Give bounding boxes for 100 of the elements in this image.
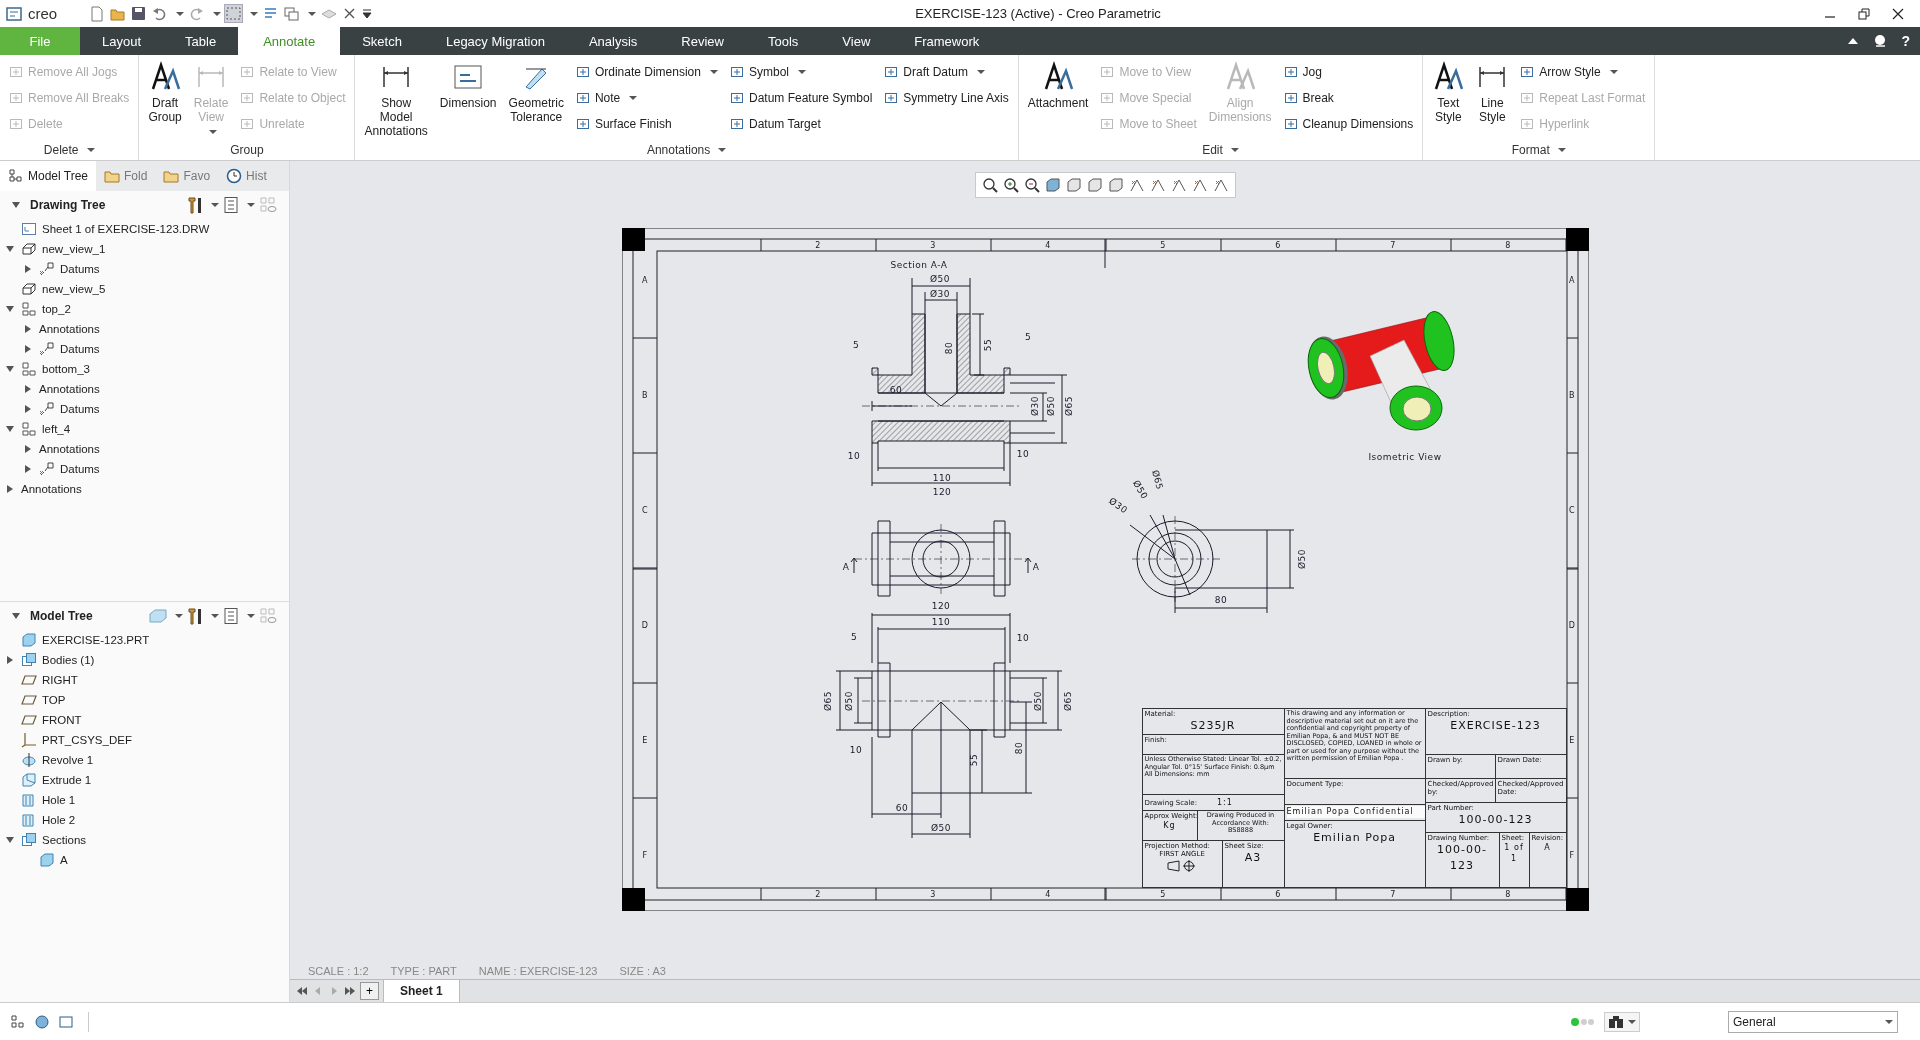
zoom-in-icon[interactable] xyxy=(1002,177,1019,193)
zoom-out-icon[interactable] xyxy=(1023,177,1040,193)
find-button[interactable] xyxy=(1604,1011,1640,1032)
undo-icon[interactable] xyxy=(151,5,168,22)
ribbon-button[interactable]: Line Style xyxy=(1473,59,1512,126)
tree-item[interactable]: left_4 xyxy=(0,419,289,439)
tree-item[interactable]: Annotations xyxy=(0,479,289,499)
caret-icon[interactable] xyxy=(247,202,255,208)
tree-item[interactable]: FRONT xyxy=(0,710,289,730)
view-tool-icon[interactable] xyxy=(1128,177,1145,193)
customize-menu-icon[interactable] xyxy=(362,8,372,19)
ribbon-tab[interactable]: Table xyxy=(163,27,239,55)
tree-item[interactable]: Annotations xyxy=(0,319,289,339)
tree-item[interactable]: Datums xyxy=(0,399,289,419)
tree-item[interactable]: new_view_1 xyxy=(0,239,289,259)
ribbon-tab[interactable]: Annotate xyxy=(238,27,341,55)
ribbon-button[interactable]: Cleanup Dimensions xyxy=(1280,111,1417,137)
panel-tab[interactable]: Fold xyxy=(96,161,156,191)
panel-tab[interactable]: Hist xyxy=(218,161,275,191)
tools-icon[interactable] xyxy=(187,196,203,214)
group-label[interactable]: Annotations xyxy=(361,140,1012,160)
caret-icon[interactable] xyxy=(211,613,219,619)
view-tool-icon[interactable] xyxy=(1191,177,1208,193)
ribbon-button[interactable]: Dimension xyxy=(436,59,500,112)
tree-icon[interactable] xyxy=(10,1013,26,1030)
tree-item[interactable]: Bodies (1) xyxy=(0,650,289,670)
tree-item[interactable]: new_view_5 xyxy=(0,279,289,299)
ribbon-button[interactable]: Text Style xyxy=(1429,59,1468,126)
ribbon-tab[interactable]: Analysis xyxy=(566,27,660,55)
view-tool-icon[interactable] xyxy=(1086,177,1103,193)
expand-arrow-icon[interactable] xyxy=(24,265,32,273)
tree-item[interactable]: Annotations xyxy=(0,379,289,399)
group-label[interactable]: Edit xyxy=(1024,140,1417,160)
panel-tab[interactable]: Favo xyxy=(155,161,219,191)
caret-icon[interactable] xyxy=(250,10,258,17)
tree-item[interactable]: Annotations xyxy=(0,439,289,459)
expand-arrow-icon[interactable] xyxy=(24,345,32,353)
ribbon-button[interactable]: Jog xyxy=(1280,59,1417,85)
tree-item[interactable]: TOP xyxy=(0,690,289,710)
view-tool-icon[interactable] xyxy=(1044,177,1061,193)
expand-arrow-icon[interactable] xyxy=(24,445,32,453)
caret-icon[interactable] xyxy=(176,10,184,17)
collapse-arrow-icon[interactable] xyxy=(6,836,14,844)
caret-icon[interactable] xyxy=(213,10,221,17)
caret-icon[interactable] xyxy=(175,613,183,619)
save-icon[interactable] xyxy=(130,5,147,22)
panel-tab[interactable]: Model Tree xyxy=(0,161,97,191)
ribbon-button[interactable]: Break xyxy=(1280,85,1417,111)
ribbon-button[interactable]: Note xyxy=(572,85,721,111)
ribbon-button[interactable]: Datum Target xyxy=(726,111,876,137)
collapse-arrow-icon[interactable] xyxy=(6,305,14,313)
list-settings-icon[interactable] xyxy=(223,607,239,625)
windows-icon[interactable] xyxy=(283,5,300,22)
ribbon-tab[interactable]: Sketch xyxy=(340,27,424,55)
zoom-fit-icon[interactable] xyxy=(981,177,998,193)
expand-arrow-icon[interactable] xyxy=(6,656,14,664)
group-label[interactable]: Format xyxy=(1429,140,1649,160)
view-tool-icon[interactable] xyxy=(1212,177,1229,193)
ribbon-button[interactable]: Draft Datum xyxy=(881,59,1012,85)
expand-arrow-icon[interactable] xyxy=(24,405,32,413)
ribbon-button[interactable]: Arrow Style xyxy=(1517,59,1649,85)
caret-icon[interactable] xyxy=(247,613,255,619)
tree-item[interactable]: Datums xyxy=(0,259,289,279)
last-page-icon[interactable] xyxy=(344,986,356,996)
ribbon-button[interactable]: Symmetry Line Axis xyxy=(881,85,1012,111)
view-tool-icon[interactable] xyxy=(1170,177,1187,193)
tree-item[interactable]: EXERCISE-123.PRT xyxy=(0,630,289,650)
add-sheet-button[interactable]: + xyxy=(360,982,379,1000)
expand-arrow-icon[interactable] xyxy=(24,325,32,333)
tree-item[interactable]: Hole 2 xyxy=(0,810,289,830)
close-icon[interactable] xyxy=(1892,7,1904,20)
ribbon-button[interactable]: Symbol xyxy=(726,59,876,85)
ribbon-button[interactable]: Datum Feature Symbol xyxy=(726,85,876,111)
ribbon-button[interactable]: Ordinate Dimension xyxy=(572,59,721,85)
tree-item[interactable]: bottom_3 xyxy=(0,359,289,379)
tree-item[interactable]: RIGHT xyxy=(0,670,289,690)
tree-item[interactable]: Revolve 1 xyxy=(0,750,289,770)
collapse-arrow-icon[interactable] xyxy=(6,365,14,373)
tree-item[interactable]: Sections xyxy=(0,830,289,850)
ribbon-tab[interactable]: Layout xyxy=(80,27,164,55)
ribbon-tab[interactable]: Tools xyxy=(745,27,821,55)
tree-item[interactable]: Datums xyxy=(0,459,289,479)
collapse-arrow-icon[interactable] xyxy=(12,612,20,620)
tree-item[interactable]: PRT_CSYS_DEF xyxy=(0,730,289,750)
browser-icon[interactable] xyxy=(34,1013,50,1030)
ribbon-button[interactable]: Draft Group xyxy=(145,59,185,126)
filter-dropdown[interactable]: General xyxy=(1728,1010,1898,1033)
collapse-arrow-icon[interactable] xyxy=(12,201,20,209)
ribbon-button[interactable]: Geometric Tolerance xyxy=(505,59,567,126)
list-settings-icon[interactable] xyxy=(223,196,239,214)
first-page-icon[interactable] xyxy=(296,986,308,996)
restore-icon[interactable] xyxy=(1858,7,1870,20)
view-tool-icon[interactable] xyxy=(1065,177,1082,193)
ribbon-tab[interactable]: Review xyxy=(659,27,746,55)
expand-arrow-icon[interactable] xyxy=(24,385,32,393)
group-label[interactable]: Delete xyxy=(6,140,133,160)
ribbon-tab[interactable]: Framework xyxy=(892,27,1002,55)
tree-item[interactable]: Sheet 1 of EXERCISE-123.DRW xyxy=(0,219,289,239)
expand-arrow-icon[interactable] xyxy=(6,485,14,493)
ribbon-button[interactable]: Show Model Annotations xyxy=(361,59,431,140)
